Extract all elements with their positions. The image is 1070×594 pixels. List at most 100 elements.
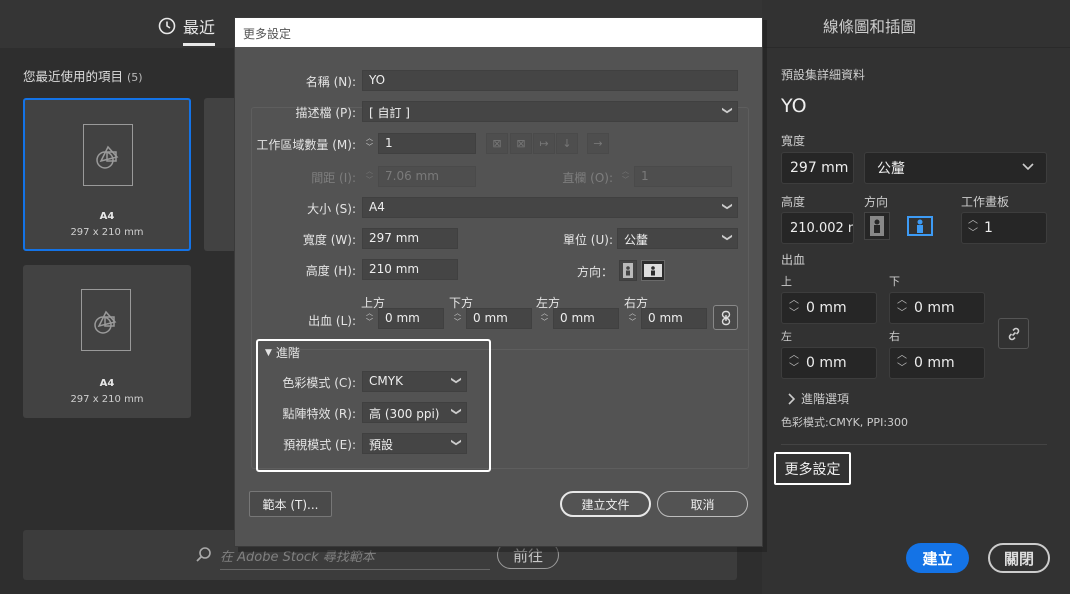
chevron-down-icon: ❯ <box>721 106 733 115</box>
bleed-label: 出血 <box>781 253 806 267</box>
name-label: 名稱 (N): <box>305 75 356 89</box>
stepper-icon[interactable]: ︿ ﹀ <box>962 214 984 242</box>
size-dropdown[interactable]: A4 ❯ <box>362 197 738 218</box>
width-field[interactable]: 297 mm <box>781 152 854 184</box>
create-button[interactable]: 建立 <box>906 543 969 573</box>
artboards-label: 工作區域數量 (M): <box>256 138 356 152</box>
recent-title-text: 您最近使用的項目 <box>23 69 124 84</box>
card-size: 297 x 210 mm <box>70 227 144 238</box>
more-settings-button[interactable]: 更多設定 <box>774 452 851 485</box>
divider <box>762 47 1070 48</box>
layout-direction-icon: → <box>587 133 609 154</box>
portrait-button[interactable] <box>864 212 890 240</box>
landscape-button[interactable] <box>641 260 665 281</box>
stepper-icon: ︿ ﹀ <box>366 167 373 184</box>
grid-by-column-icon: ⊠ <box>510 133 532 154</box>
height-field[interactable]: 210 mm <box>362 259 458 280</box>
landscape-icon <box>644 264 662 277</box>
search-icon <box>196 547 211 562</box>
clock-icon <box>158 17 176 35</box>
bleed-right-label: 右 <box>889 330 900 343</box>
columns-label: 直欄 (O): <box>562 171 613 185</box>
spacing-field: 7.06 mm <box>378 166 476 187</box>
bleed-top-field[interactable]: 0 mm <box>378 308 444 329</box>
recent-card-1[interactable]: A4 297 x 210 mm <box>23 98 191 251</box>
preset-name[interactable]: YO <box>781 95 807 117</box>
bleed-left-field[interactable]: 0 mm <box>553 308 619 329</box>
advanced-options-toggle[interactable]: 進階選項 <box>787 390 849 407</box>
artboards-label: 工作畫板 <box>961 195 1010 209</box>
document-icon <box>81 289 131 351</box>
bleed-bottom-label: 下 <box>889 275 900 288</box>
divider <box>781 444 1047 445</box>
stepper-icon[interactable]: ︿ ﹀ <box>626 308 639 329</box>
unit-dropdown[interactable]: 公釐 <box>864 152 1047 184</box>
stepper-icon[interactable]: ︿ ﹀ <box>363 133 376 154</box>
recent-title: 您最近使用的項目 (5) <box>23 66 143 85</box>
stepper-icon[interactable]: ︿ ﹀ <box>890 349 914 377</box>
bleed-left-label: 左 <box>781 330 792 343</box>
bleed-top-field[interactable]: ︿ ﹀ 0 mm <box>781 292 877 324</box>
stepper-icon[interactable]: ︿ ﹀ <box>782 294 806 322</box>
profile-dropdown[interactable]: [ 自訂 ] ❯ <box>362 101 738 122</box>
document-icon <box>83 124 133 186</box>
landscape-button[interactable] <box>906 212 934 240</box>
bleed-right-field[interactable]: ︿ ﹀ 0 mm <box>889 347 985 379</box>
bleed-bottom-value: 0 mm <box>914 300 955 316</box>
stepper-icon[interactable]: ︿ ﹀ <box>890 294 914 322</box>
height-field[interactable]: 210.002 mm <box>781 212 854 244</box>
recent-card-2[interactable]: A4 297 x 210 mm <box>23 265 191 418</box>
stepper-icon[interactable]: ︿ ﹀ <box>451 308 464 329</box>
card-name: A4 <box>99 378 115 389</box>
artboards-field[interactable]: 1 <box>378 133 476 154</box>
chevron-down-icon: ❯ <box>721 233 733 242</box>
portrait-button[interactable] <box>619 260 637 281</box>
grid-by-row-icon: ⊠ <box>486 133 508 154</box>
cancel-button[interactable]: 取消 <box>657 491 748 517</box>
units-dropdown[interactable]: 公釐 ❯ <box>617 228 738 249</box>
arrange-by-row-icon: ↦ <box>533 133 555 154</box>
width-field[interactable]: 297 mm <box>362 228 458 249</box>
bleed-bottom-field[interactable]: ︿ ﹀ 0 mm <box>889 292 985 324</box>
advanced-options-label: 進階選項 <box>801 392 850 406</box>
recent-count: (5) <box>127 71 143 84</box>
create-document-button[interactable]: 建立文件 <box>560 491 651 517</box>
height-label: 高度 (H): <box>305 264 356 278</box>
name-field[interactable]: YO <box>362 70 738 91</box>
close-button[interactable]: 關閉 <box>988 543 1050 573</box>
chevron-right-icon <box>788 392 795 405</box>
stepper-icon: ︿ ﹀ <box>622 167 629 184</box>
bleed-right-value: 0 mm <box>914 355 955 371</box>
bleed-top-label: 上 <box>781 275 792 288</box>
bleed-label: 出血 (L): <box>308 314 356 328</box>
dialog-title: 更多設定 <box>235 18 762 47</box>
spacing-label: 間距 (I): <box>311 171 356 185</box>
unit-value: 公釐 <box>877 161 905 177</box>
link-icon <box>721 310 730 325</box>
artboards-field[interactable]: ︿ ﹀ 1 <box>961 212 1047 244</box>
bleed-right-field[interactable]: 0 mm <box>641 308 707 329</box>
link-bleed-button[interactable] <box>998 318 1029 349</box>
artboards-value: 1 <box>984 220 993 236</box>
chevron-down-icon <box>1022 163 1034 171</box>
card-size: 297 x 210 mm <box>70 394 144 405</box>
landscape-icon <box>907 216 933 236</box>
orientation-label: 方向： <box>576 265 613 279</box>
panel-title: 線條圖和插圖 <box>823 18 917 36</box>
arrange-by-column-icon: ↓ <box>556 133 578 154</box>
templates-button[interactable]: 範本 (T)... <box>249 491 332 517</box>
stepper-icon[interactable]: ︿ ﹀ <box>782 349 806 377</box>
units-label: 單位 (U): <box>562 233 613 247</box>
tab-recent-label: 最近 <box>183 18 216 37</box>
advanced-section-highlight <box>256 339 491 472</box>
bleed-left-field[interactable]: ︿ ﹀ 0 mm <box>781 347 877 379</box>
stepper-icon[interactable]: ︿ ﹀ <box>538 308 551 329</box>
card-name: A4 <box>99 211 115 222</box>
columns-field: 1 <box>634 166 732 187</box>
size-value: A4 <box>369 200 385 214</box>
link-bleed-button[interactable] <box>713 305 738 330</box>
stepper-icon[interactable]: ︿ ﹀ <box>363 308 376 329</box>
bleed-bottom-field[interactable]: 0 mm <box>466 308 532 329</box>
preset-details-label: 預設集詳細資料 <box>781 68 866 82</box>
tab-recent[interactable]: 最近 <box>158 14 215 38</box>
